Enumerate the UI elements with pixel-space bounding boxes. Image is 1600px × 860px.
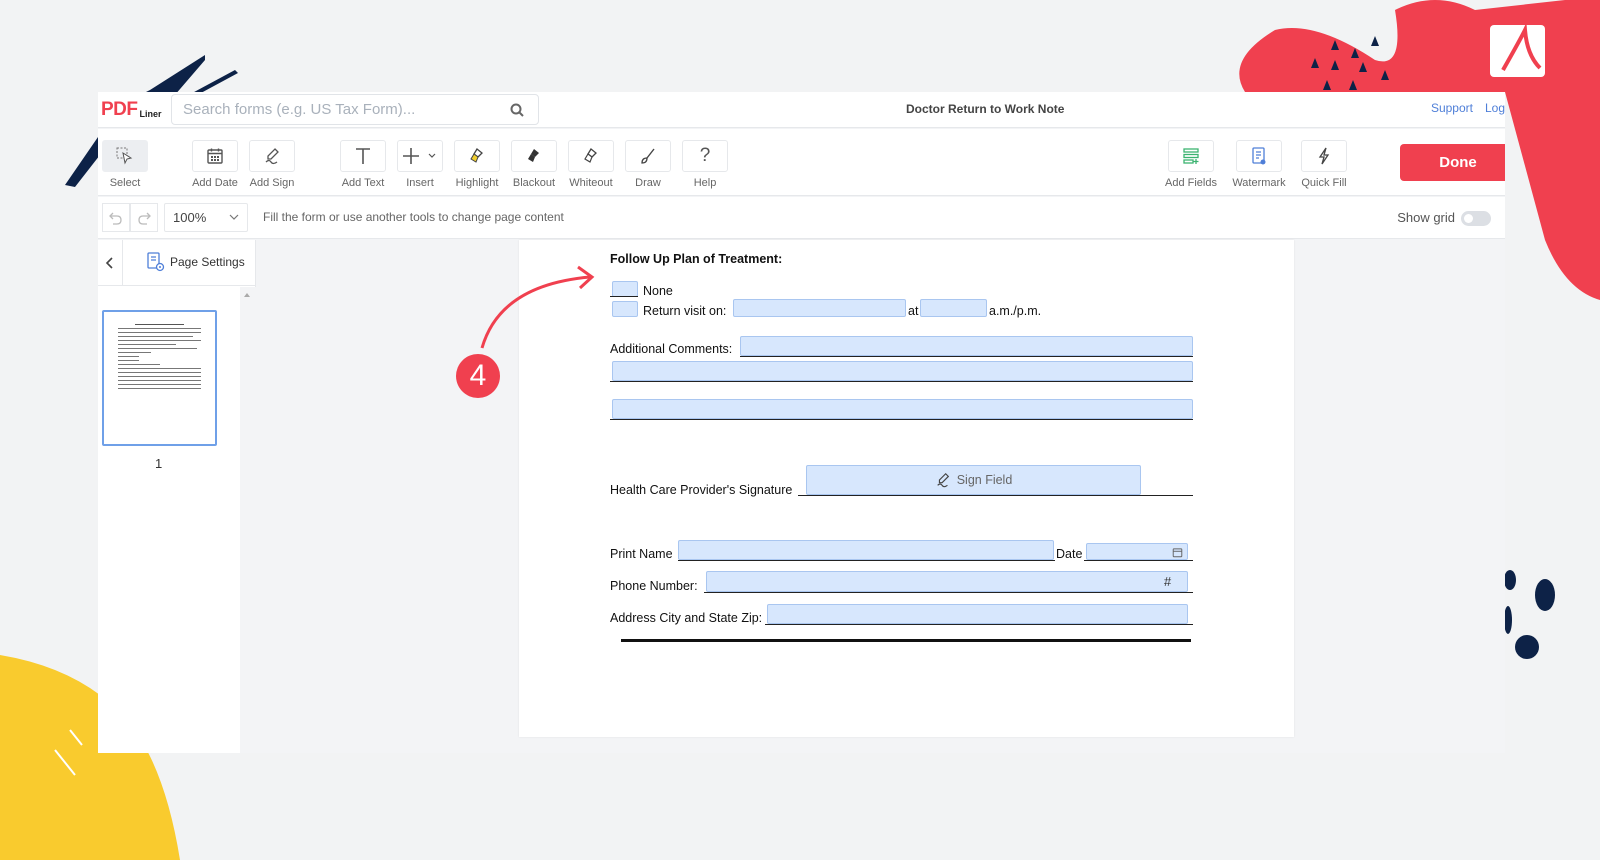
- draw-brush-icon: [641, 148, 655, 164]
- tool-label: Add Fields: [1165, 177, 1217, 189]
- done-button[interactable]: Done: [1400, 144, 1505, 181]
- pdf-editor-window: PDF Liner Doctor Return to Work Note Sup…: [98, 92, 1505, 753]
- page-settings-icon: [147, 252, 165, 272]
- hint-text: Fill the form or use another tools to ch…: [263, 210, 564, 224]
- search-input[interactable]: [172, 95, 492, 124]
- logo-sub-text: Liner: [139, 109, 162, 119]
- phone-field[interactable]: #: [706, 571, 1188, 592]
- undo-icon: [109, 212, 122, 225]
- login-link[interactable]: Log: [1485, 101, 1505, 115]
- pen-sign-icon: [936, 472, 949, 488]
- tool-blackout[interactable]: Blackout: [511, 140, 557, 189]
- phone-label: Phone Number:: [610, 579, 698, 593]
- logo-main-text: PDF: [101, 99, 138, 120]
- calendar-icon: [1172, 548, 1183, 558]
- page-settings-button[interactable]: Page Settings: [146, 252, 245, 272]
- signature-label: Health Care Provider's Signature: [610, 483, 793, 497]
- page-number: 1: [155, 456, 163, 471]
- option-none-label: None: [643, 284, 673, 298]
- comments-field-2[interactable]: [612, 361, 1193, 381]
- search-box: [171, 94, 539, 125]
- chevron-down-icon: [229, 214, 239, 220]
- tool-add-text[interactable]: Add Text: [340, 140, 386, 189]
- step-badge: 4: [456, 354, 500, 398]
- thumbnail-scrollbar[interactable]: [240, 287, 256, 753]
- return-date-field[interactable]: [733, 299, 906, 317]
- whiteout-brush-icon: [584, 148, 597, 163]
- pages-panel-header: Page Settings: [98, 240, 255, 286]
- tool-help[interactable]: ? Help: [682, 140, 728, 189]
- sign-field[interactable]: Sign Field: [806, 465, 1141, 495]
- tool-draw[interactable]: Draw: [625, 140, 671, 189]
- tool-label: Watermark: [1232, 177, 1286, 189]
- ampm-label: a.m./p.m.: [989, 304, 1042, 318]
- checkbox-none[interactable]: [612, 281, 638, 297]
- blackout-brush-icon: [528, 149, 539, 162]
- search-icon[interactable]: [510, 103, 524, 122]
- tool-add-date[interactable]: Add Date: [192, 140, 238, 189]
- tool-highlight[interactable]: Highlight: [454, 140, 500, 189]
- comments-field-1[interactable]: [740, 336, 1193, 356]
- redo-icon: [138, 212, 151, 225]
- pen-sign-icon: [265, 148, 279, 165]
- section-title: Follow Up Plan of Treatment:: [610, 252, 783, 266]
- tool-add-fields[interactable]: Add Fields: [1165, 140, 1217, 189]
- support-link[interactable]: Support: [1431, 101, 1473, 115]
- decorative-navy-dots-icon: [1505, 570, 1555, 659]
- plus-icon: [403, 148, 436, 164]
- add-fields-icon: [1183, 148, 1199, 164]
- annotation-arrow-icon: [480, 265, 595, 349]
- text-icon: [356, 148, 370, 164]
- pdfliner-logo[interactable]: PDF Liner: [101, 100, 162, 119]
- document-page: Follow Up Plan of Treatment: None Return…: [519, 240, 1294, 737]
- document-title: Doctor Return to Work Note: [906, 102, 1065, 116]
- collapse-panel-button[interactable]: [98, 240, 123, 286]
- print-name-field[interactable]: [678, 540, 1054, 560]
- tool-label: Help: [693, 177, 717, 189]
- print-name-label: Print Name: [610, 547, 673, 561]
- highlight-brush-icon: [470, 148, 483, 163]
- show-grid-toggle[interactable]: [1461, 211, 1491, 226]
- date-label: Date: [1056, 547, 1083, 561]
- checkbox-return-visit[interactable]: [612, 301, 638, 317]
- tool-watermark[interactable]: Watermark: [1232, 140, 1286, 189]
- comments-field-3[interactable]: [612, 399, 1193, 419]
- secondary-toolbar: 100% Fill the form or use another tools …: [98, 197, 1505, 239]
- tool-label: Add Sign: [249, 177, 295, 189]
- tool-quick-fill[interactable]: Quick Fill: [1301, 140, 1347, 189]
- tool-insert[interactable]: Insert: [397, 140, 443, 189]
- pages-panel: Page Settings 1: [98, 240, 256, 753]
- main-toolbar: Select Add Date Add Sign Add Text Insert…: [98, 129, 1505, 196]
- date-field[interactable]: [1086, 543, 1188, 560]
- return-time-field[interactable]: [920, 299, 987, 317]
- tool-add-sign[interactable]: Add Sign: [249, 140, 295, 189]
- calendar-icon: [207, 148, 223, 164]
- redo-button[interactable]: [130, 203, 158, 232]
- phone-hash-hint: #: [1163, 574, 1171, 589]
- page-settings-label: Page Settings: [170, 255, 245, 269]
- page-thumbnail[interactable]: [102, 310, 217, 446]
- tool-label: Select: [109, 177, 141, 189]
- zoom-value: 100%: [173, 210, 207, 225]
- show-grid-label: Show grid: [1397, 210, 1455, 225]
- watermark-icon: [1252, 147, 1266, 165]
- lightning-icon: [1318, 147, 1330, 165]
- header-links: Support Log: [1431, 101, 1505, 115]
- question-icon: ?: [699, 145, 711, 166]
- undo-button[interactable]: [102, 203, 130, 232]
- additional-comments-label: Additional Comments:: [610, 342, 733, 356]
- sign-field-label: Sign Field: [956, 473, 1013, 487]
- address-label: Address City and State Zip:: [610, 611, 763, 625]
- tool-whiteout[interactable]: Whiteout: [568, 140, 614, 189]
- option-return-label: Return visit on:: [643, 304, 727, 318]
- tool-select[interactable]: Select: [102, 140, 148, 189]
- chevron-left-icon: [105, 257, 113, 269]
- zoom-select[interactable]: 100%: [164, 203, 248, 232]
- tool-label: Quick Fill: [1301, 177, 1347, 189]
- select-icon: [116, 147, 133, 165]
- top-header: PDF Liner Doctor Return to Work Note Sup…: [98, 92, 1505, 128]
- at-label: at: [908, 304, 919, 318]
- address-field[interactable]: [767, 604, 1188, 624]
